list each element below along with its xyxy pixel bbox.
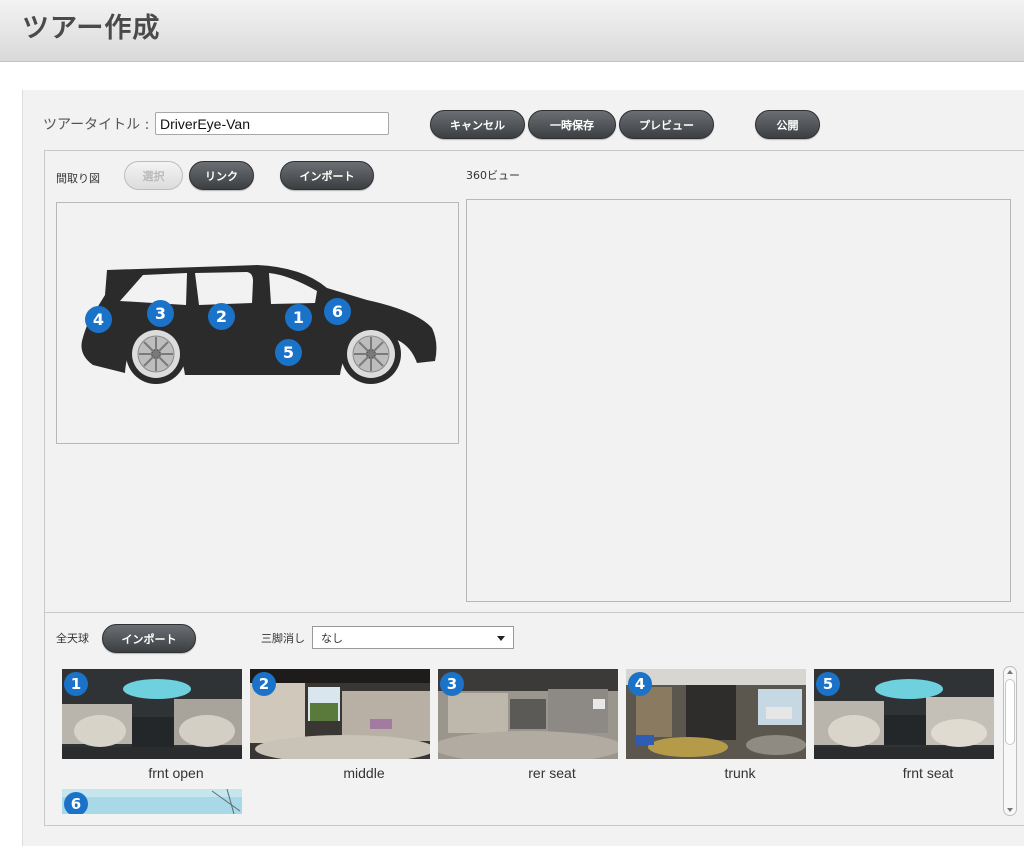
view360-canvas[interactable] xyxy=(466,199,1011,602)
floorplan-marker-3[interactable]: 3 xyxy=(147,300,174,327)
tour-title-input[interactable] xyxy=(155,112,389,135)
floorplan-label: 間取り図 xyxy=(56,172,100,185)
thumbnail-label-5: frnt seat xyxy=(902,765,954,781)
panorama-import-button[interactable]: インポート xyxy=(102,624,196,653)
page-title: ツアー作成 xyxy=(22,13,161,44)
select-button[interactable]: 選択 xyxy=(124,161,183,190)
thumbnail-label-3: rer seat xyxy=(528,765,576,781)
panorama-image xyxy=(62,789,242,814)
page-header: ツアー作成 xyxy=(0,0,1024,62)
floorplan-marker-5[interactable]: 5 xyxy=(275,339,302,366)
floorplan-import-button[interactable]: インポート xyxy=(280,161,374,190)
tripod-removal-value: なし xyxy=(321,632,343,645)
panorama-thumbnail-3[interactable]: 3 xyxy=(438,669,618,759)
thumbnail-scrollbar[interactable] xyxy=(1003,666,1017,816)
thumbnail-number-badge: 3 xyxy=(440,672,464,696)
panorama-label: 全天球 xyxy=(56,632,89,645)
thumbnail-number-badge: 6 xyxy=(64,792,88,814)
panorama-image xyxy=(626,669,806,759)
panorama-image xyxy=(814,669,994,759)
scroll-down-icon[interactable] xyxy=(1007,808,1013,812)
thumbnail-number-badge: 1 xyxy=(64,672,88,696)
scroll-up-icon[interactable] xyxy=(1007,670,1013,674)
tour-editor-panel: ツアータイトル : キャンセル 一時保存 プレビュー 公開 間取り図 選択 リン… xyxy=(22,90,1024,846)
floorplan-marker-4[interactable]: 4 xyxy=(85,306,112,333)
preview-button[interactable]: プレビュー xyxy=(619,110,714,139)
chevron-down-icon xyxy=(497,636,505,641)
panorama-thumbnail-1[interactable]: 1 xyxy=(62,669,242,759)
thumbnail-label-2: middle xyxy=(343,765,385,781)
thumbnail-number-badge: 2 xyxy=(252,672,276,696)
panorama-image xyxy=(62,669,242,759)
floorplan-marker-1[interactable]: 1 xyxy=(285,304,312,331)
thumbnail-number-badge: 4 xyxy=(628,672,652,696)
panorama-thumbnail-4[interactable]: 4 xyxy=(626,669,806,759)
car-silhouette-image xyxy=(81,265,437,384)
panorama-thumbnail-5[interactable]: 5 xyxy=(814,669,994,759)
view360-label: 360ビュー xyxy=(466,169,520,182)
panorama-image xyxy=(250,669,430,759)
thumbnail-label-1: frnt open xyxy=(148,765,204,781)
thumbnail-label-4: trunk xyxy=(724,765,756,781)
cancel-button[interactable]: キャンセル xyxy=(430,110,525,139)
panorama-image xyxy=(438,669,618,759)
publish-button[interactable]: 公開 xyxy=(755,110,820,139)
panorama-thumbnail-2[interactable]: 2 xyxy=(250,669,430,759)
save-draft-button[interactable]: 一時保存 xyxy=(528,110,616,139)
scrollbar-thumb[interactable] xyxy=(1005,679,1015,745)
panorama-thumbnail-6[interactable]: 6 xyxy=(62,789,242,814)
floorplan-canvas[interactable]: 4 3 2 1 6 5 xyxy=(56,202,459,444)
tripod-removal-select[interactable]: なし xyxy=(312,626,514,649)
tour-title-label: ツアータイトル : xyxy=(43,117,150,133)
link-button[interactable]: リンク xyxy=(189,161,254,190)
tripod-removal-label: 三脚消し xyxy=(261,632,305,645)
floorplan-marker-6[interactable]: 6 xyxy=(324,298,351,325)
thumbnail-number-badge: 5 xyxy=(816,672,840,696)
floorplan-marker-2[interactable]: 2 xyxy=(208,303,235,330)
